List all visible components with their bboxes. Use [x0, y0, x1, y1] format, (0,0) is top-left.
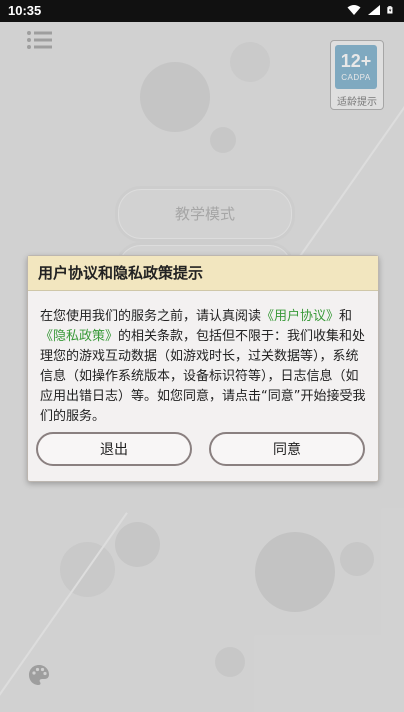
- status-icons: [347, 4, 396, 16]
- exit-button[interactable]: 退出: [36, 432, 192, 466]
- dialog-text-part1: 在您使用我们的服务之前，请认真阅读: [40, 309, 262, 324]
- privacy-dialog: 用户协议和隐私政策提示 在您使用我们的服务之前，请认真阅读《用户协议》和《隐私政…: [27, 255, 379, 482]
- wifi-icon: [347, 5, 361, 15]
- status-time: 10:35: [8, 3, 42, 18]
- dialog-text-part2: 和: [339, 309, 353, 324]
- signal-icon: [368, 5, 380, 15]
- user-agreement-link[interactable]: 《用户协议》: [261, 309, 339, 324]
- privacy-policy-link[interactable]: 《隐私政策》: [40, 329, 118, 344]
- dialog-title: 用户协议和隐私政策提示: [28, 256, 378, 291]
- battery-icon: [387, 6, 393, 14]
- status-bar: 10:35: [0, 0, 404, 22]
- agree-button[interactable]: 同意: [209, 432, 365, 466]
- dialog-message: 在您使用我们的服务之前，请认真阅读《用户协议》和《隐私政策》的相关条款，包括但不…: [28, 291, 378, 427]
